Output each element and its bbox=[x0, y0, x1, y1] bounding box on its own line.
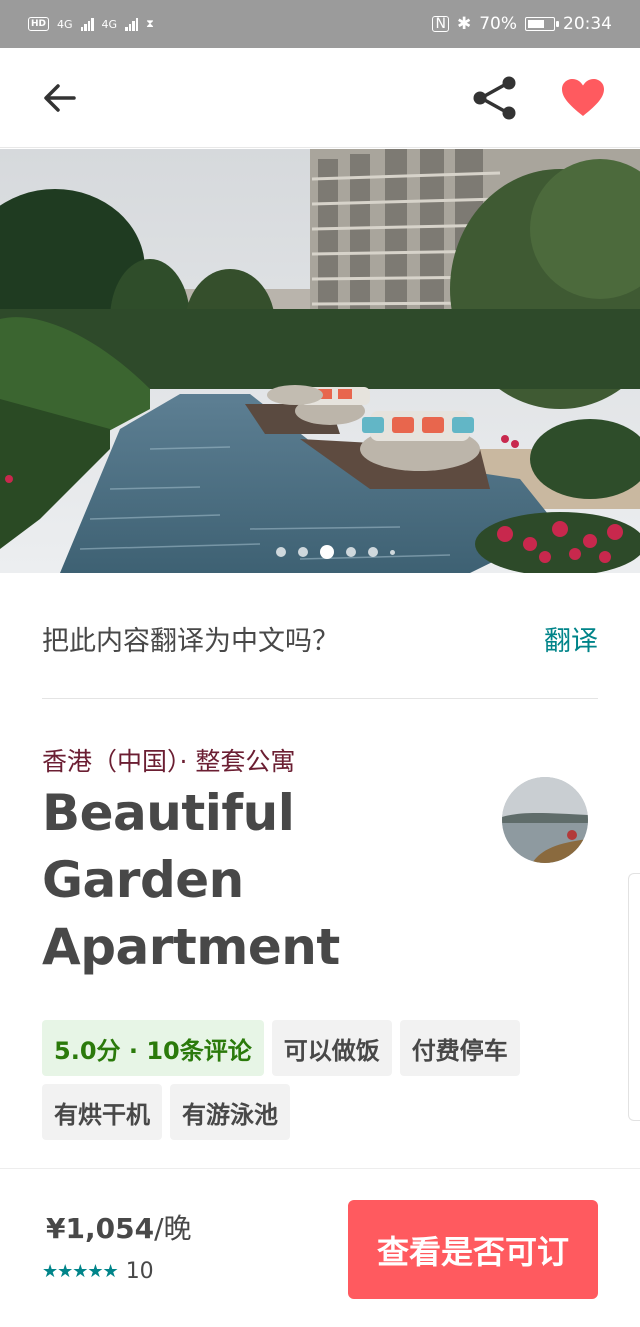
host-avatar-image bbox=[502, 777, 588, 863]
star-rating-icon: ★★★★★ bbox=[42, 1261, 119, 1282]
amenity-tag: 有游泳池 bbox=[170, 1084, 290, 1140]
gallery-dot[interactable] bbox=[367, 547, 378, 557]
per-night-label: /晚 bbox=[154, 1212, 192, 1245]
amenity-tag: 有烘干机 bbox=[42, 1084, 162, 1140]
arrow-left-icon bbox=[44, 84, 76, 112]
status-right: N ✱ 70% 20:34 bbox=[432, 14, 612, 34]
side-drawer-handle[interactable] bbox=[628, 873, 640, 1121]
gallery-dot[interactable] bbox=[389, 549, 395, 555]
amenity-tag: 付费停车 bbox=[399, 1020, 520, 1076]
gallery-dot[interactable] bbox=[345, 547, 356, 557]
network-label-1: 4G bbox=[57, 17, 73, 31]
translate-link[interactable]: 翻译 bbox=[544, 619, 598, 658]
favorite-button[interactable] bbox=[560, 78, 606, 118]
battery-percent: 70% bbox=[479, 14, 517, 34]
gallery-dot[interactable] bbox=[319, 545, 334, 559]
listing-title: Beautiful Garden Apartment bbox=[42, 784, 340, 976]
price-line: ¥1,054 /晚 bbox=[46, 1207, 192, 1247]
bluetooth-icon: ✱ bbox=[456, 14, 472, 34]
amenity-tag: 可以做饭 bbox=[271, 1020, 392, 1076]
translate-banner: 把此内容翻译为中文吗？ 翻译 bbox=[42, 600, 598, 699]
signal-icon-2 bbox=[125, 17, 139, 31]
nightly-price: ¥1,054 bbox=[46, 1212, 155, 1245]
back-button[interactable] bbox=[38, 78, 82, 118]
signal-icon bbox=[80, 17, 94, 31]
hourglass-icon: ⧗ bbox=[146, 17, 154, 30]
rating-line[interactable]: ★★★★★ 10 bbox=[42, 1259, 154, 1284]
status-left: HD 4G 4G ⧗ bbox=[28, 17, 154, 31]
clock: 20:34 bbox=[563, 14, 612, 34]
translate-prompt: 把此内容翻译为中文吗？ bbox=[42, 625, 339, 657]
listing-photo bbox=[0, 149, 640, 573]
gallery-dot[interactable] bbox=[275, 547, 286, 557]
status-bar: HD 4G 4G ⧗ N ✱ 70% 20:34 bbox=[0, 0, 640, 48]
gallery-pager[interactable] bbox=[0, 545, 640, 559]
share-icon bbox=[473, 76, 516, 120]
host-avatar[interactable] bbox=[502, 777, 588, 863]
rating-tag[interactable]: 5.0分 · 10条评论 bbox=[42, 1020, 264, 1076]
nfc-icon: N bbox=[432, 16, 449, 32]
gallery-dot[interactable] bbox=[297, 547, 308, 557]
heart-icon bbox=[562, 79, 604, 116]
photo-gallery[interactable] bbox=[0, 149, 640, 573]
booking-bar: ¥1,054 /晚 ★★★★★ 10 查看是否可订 bbox=[0, 1168, 640, 1327]
listing-tags: 5.0分 · 10条评论 可以做饭 付费停车有烘干机 有游泳池 bbox=[42, 1020, 602, 1140]
share-button[interactable] bbox=[470, 76, 520, 120]
network-label-2: 4G bbox=[101, 17, 118, 31]
hd-badge: HD bbox=[28, 17, 50, 31]
app-bar bbox=[0, 48, 640, 148]
check-availability-button[interactable]: 查看是否可订 bbox=[348, 1200, 598, 1299]
listing-location: 香港（中国）· 整套公寓 bbox=[42, 747, 296, 776]
review-count: 10 bbox=[125, 1259, 154, 1284]
battery-fill bbox=[528, 20, 545, 28]
battery-icon bbox=[525, 17, 559, 31]
